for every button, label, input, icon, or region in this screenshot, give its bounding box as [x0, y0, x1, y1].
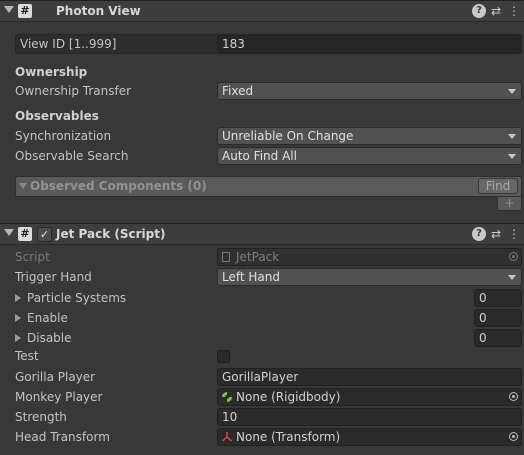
- synchronization-label: Synchronization: [15, 129, 112, 143]
- head-transform-field[interactable]: None (Transform): [217, 428, 522, 446]
- particle-systems-size-field[interactable]: 0: [474, 289, 522, 307]
- script-hash-icon: #: [18, 227, 32, 241]
- test-checkbox[interactable]: [217, 350, 230, 363]
- view-id-label: View ID [1..999]: [20, 37, 117, 51]
- observed-components-label: Observed Components (0): [30, 179, 207, 193]
- disable-size-field[interactable]: 0: [474, 329, 522, 347]
- foldout-arrow-icon[interactable]: [4, 6, 14, 13]
- dropdown-arrow-icon: [508, 275, 516, 280]
- help-icon[interactable]: ?: [472, 227, 486, 241]
- rigidbody-icon: [222, 392, 232, 402]
- monkey-player-value: None (Rigidbody): [236, 390, 341, 404]
- component-title: Jet Pack (Script): [56, 227, 166, 241]
- head-transform-value: None (Transform): [236, 430, 341, 444]
- synchronization-value: Unreliable On Change: [222, 129, 354, 143]
- trigger-hand-value: Left Hand: [222, 270, 280, 284]
- object-picker-icon: [509, 252, 518, 261]
- transform-icon: [222, 432, 232, 442]
- dropdown-arrow-icon: [508, 134, 516, 139]
- object-picker-icon[interactable]: [509, 392, 518, 401]
- presets-icon[interactable]: ⇄: [489, 227, 503, 241]
- foldout-arrow-icon[interactable]: [4, 229, 14, 236]
- observable-search-dropdown[interactable]: Auto Find All: [217, 147, 522, 165]
- object-picker-icon[interactable]: [509, 432, 518, 441]
- kebab-menu-icon[interactable]: ⋮: [507, 4, 521, 18]
- dropdown-arrow-icon: [508, 154, 516, 159]
- strength-label: Strength: [15, 410, 67, 424]
- particle-systems-label[interactable]: Particle Systems: [27, 291, 126, 305]
- dropdown-arrow-icon: [508, 89, 516, 94]
- enable-label[interactable]: Enable: [27, 311, 68, 325]
- script-value: JetPack: [236, 250, 280, 264]
- foldout-arrow-icon[interactable]: [19, 183, 27, 189]
- ownership-transfer-label: Ownership Transfer: [15, 84, 132, 98]
- ownership-transfer-dropdown[interactable]: Fixed: [217, 82, 522, 100]
- script-label: Script: [15, 250, 50, 264]
- trigger-hand-label: Trigger Hand: [15, 270, 92, 284]
- disable-label[interactable]: Disable: [27, 331, 72, 345]
- observed-components-list-header[interactable]: Observed Components (0) Find: [15, 176, 522, 197]
- help-icon[interactable]: ?: [472, 4, 486, 18]
- monkey-player-label: Monkey Player: [15, 390, 103, 404]
- kebab-menu-icon[interactable]: ⋮: [507, 227, 521, 241]
- add-component-button[interactable]: +: [497, 197, 522, 211]
- ownership-transfer-value: Fixed: [222, 84, 254, 98]
- strength-field[interactable]: 10: [217, 408, 522, 426]
- component-enabled-checkbox[interactable]: ✓: [37, 227, 52, 242]
- gorilla-player-field[interactable]: GorillaPlayer: [217, 368, 522, 386]
- ownership-heading: Ownership: [15, 65, 88, 79]
- trigger-hand-dropdown[interactable]: Left Hand: [217, 268, 522, 286]
- expand-arrow-icon[interactable]: [15, 334, 21, 342]
- find-button[interactable]: Find: [478, 178, 518, 194]
- head-transform-label: Head Transform: [15, 430, 110, 444]
- observable-search-label: Observable Search: [15, 149, 129, 163]
- expand-arrow-icon[interactable]: [15, 314, 21, 322]
- expand-arrow-icon[interactable]: [15, 294, 21, 302]
- gorilla-player-label: Gorilla Player: [15, 370, 96, 384]
- component-title: Photon View: [56, 4, 141, 18]
- observable-search-value: Auto Find All: [222, 149, 297, 163]
- presets-icon[interactable]: ⇄: [489, 4, 503, 18]
- photon-view-header[interactable]: # Photon View ? ⇄ ⋮: [0, 0, 524, 22]
- observables-heading: Observables: [15, 109, 99, 123]
- synchronization-dropdown[interactable]: Unreliable On Change: [217, 127, 522, 145]
- jet-pack-header[interactable]: # ✓ Jet Pack (Script) ? ⇄ ⋮: [0, 223, 524, 245]
- test-label: Test: [15, 349, 39, 363]
- script-hash-icon: #: [18, 4, 32, 18]
- view-id-field[interactable]: 183: [217, 35, 522, 53]
- monkey-player-field[interactable]: None (Rigidbody): [217, 388, 522, 406]
- enable-size-field[interactable]: 0: [474, 309, 522, 327]
- script-field: JetPack: [217, 248, 522, 266]
- script-file-icon: [222, 252, 230, 262]
